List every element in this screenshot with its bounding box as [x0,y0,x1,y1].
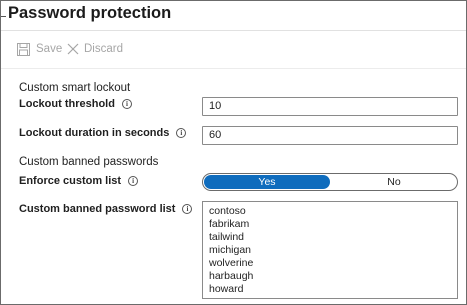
info-icon[interactable]: i [128,176,139,186]
smart-lockout-heading: Custom smart lockout [19,82,131,94]
toggle-option-yes[interactable]: Yes [204,175,330,189]
enforce-custom-list-label: Enforce custom list i [19,175,139,187]
info-icon[interactable]: i [182,204,193,214]
lockout-duration-input[interactable]: 60 [202,126,458,145]
banned-password-list-label-text: Custom banned password list [19,203,176,215]
page-title: Password protection [8,4,172,22]
toolbar-divider [1,68,466,69]
save-icon [17,42,30,56]
info-icon[interactable]: i [176,128,187,138]
list-item: harbaugh [209,270,254,282]
enforce-custom-list-toggle[interactable]: Yes No [202,173,458,191]
lockout-threshold-input[interactable]: 10 [202,97,458,116]
info-icon[interactable]: i [121,99,132,109]
save-button[interactable]: Save [17,40,62,58]
title-divider [1,30,466,31]
title-bar: Password protection [1,1,466,31]
toggle-option-no[interactable]: No [331,175,457,189]
banned-passwords-heading: Custom banned passwords [19,156,159,168]
save-label: Save [36,43,63,55]
password-protection-panel: Password protection Save Discard Custom … [0,0,467,305]
banned-password-list-label: Custom banned password list i [19,203,193,215]
list-item: michigan [209,244,252,256]
enforce-custom-list-label-text: Enforce custom list [19,175,122,187]
lockout-threshold-label-text: Lockout threshold [19,98,115,110]
lockout-duration-label-text: Lockout duration in seconds [19,127,170,139]
close-icon [67,43,79,55]
title-dash [1,16,6,17]
list-item: tailwind [209,231,245,243]
discard-button[interactable]: Discard [67,40,123,58]
list-item: wolverine [209,257,254,269]
banned-password-list-textarea[interactable]: contoso fabrikam tailwind michigan wolve… [202,201,458,299]
toolbar: Save Discard [1,32,466,68]
lockout-threshold-label: Lockout threshold i [19,98,132,110]
list-item: fabrikam [209,218,250,230]
discard-label: Discard [84,43,123,55]
lockout-duration-label: Lockout duration in seconds i [19,127,187,139]
list-item: howard [209,283,244,295]
list-item: contoso [209,205,246,217]
